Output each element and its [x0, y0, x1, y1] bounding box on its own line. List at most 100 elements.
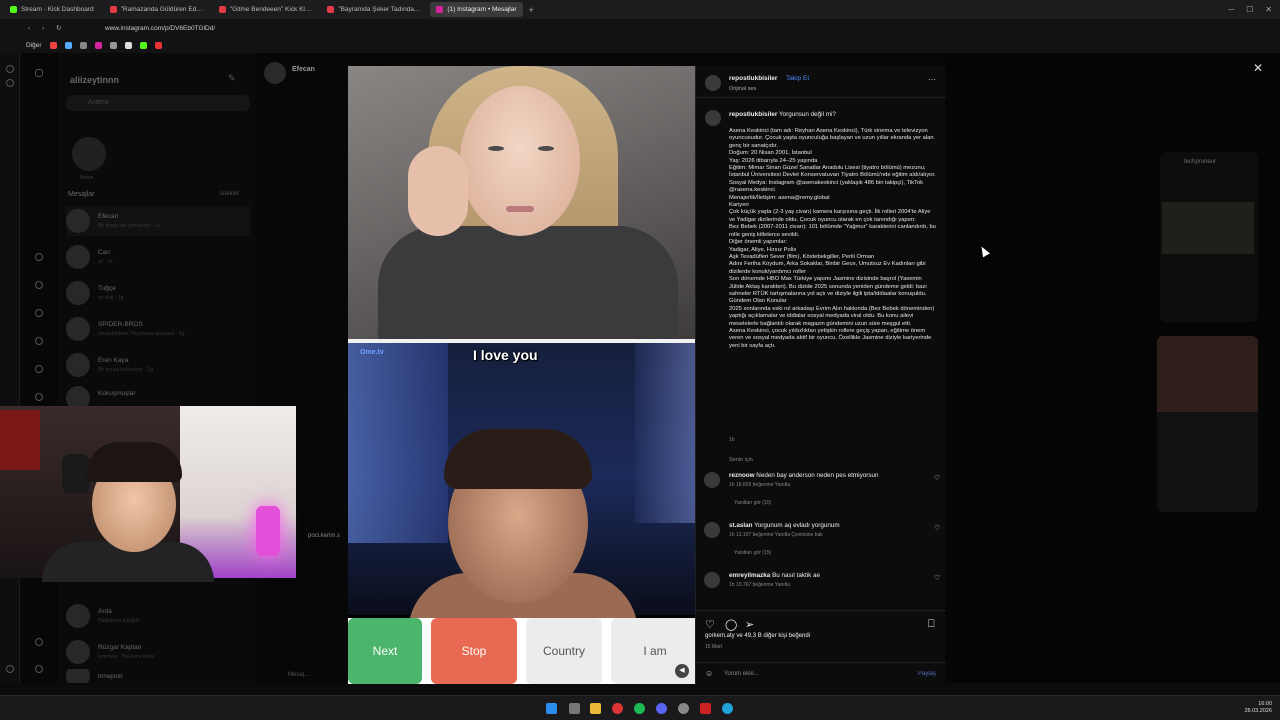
chat-name[interactable]: Efecan — [292, 66, 315, 73]
browser-tab-4[interactable]: "Bayramda Şeker Tadında… — [321, 2, 426, 17]
commenter-username[interactable]: emreyilmazka — [729, 572, 770, 579]
tiktok-icon[interactable] — [109, 41, 117, 49]
bookmark-icon[interactable] — [49, 41, 57, 49]
discord-icon[interactable] — [656, 703, 667, 714]
new-tab-button[interactable]: + — [529, 5, 534, 15]
x-icon[interactable] — [124, 41, 132, 49]
youtube-icon[interactable] — [154, 41, 162, 49]
browser-tab-bar: Stream - Kick Dashboard "Ramazanda Güldü… — [0, 0, 1280, 19]
task-view-icon[interactable] — [569, 703, 580, 714]
requests-link[interactable]: İstekler — [220, 191, 239, 197]
reels-icon[interactable] — [35, 281, 43, 289]
message-input[interactable]: Mesaj… — [288, 672, 310, 678]
explore-icon[interactable] — [35, 365, 43, 373]
like-icon[interactable]: ♡ — [705, 618, 715, 631]
opera-icon[interactable] — [612, 703, 623, 714]
commenter-username[interactable]: reznoow — [729, 472, 755, 479]
system-clock[interactable]: 16:00 28.03.2026 — [1244, 701, 1272, 715]
reel-video[interactable]: Ome.tv I love you Next Stop Country I am… — [348, 66, 695, 684]
bookmark-icon[interactable] — [64, 41, 72, 49]
author-avatar[interactable] — [705, 75, 721, 91]
conversation-item[interactable]: Arda Hallediveri inşallah — [66, 601, 250, 631]
notifications-icon[interactable] — [35, 393, 43, 401]
heart-icon[interactable]: ♡ — [934, 474, 940, 482]
conversation-item[interactable]: SPIDER-BROS ebrukumdemi: Haydaaaa gelssss… — [66, 314, 250, 344]
conversation-item[interactable]: Eren Kaya Bir mesaj bekleniyor · 2g — [66, 350, 250, 380]
conversation-preview: ye sildi · 1g — [98, 295, 124, 301]
save-icon[interactable]: ⎕ — [928, 618, 935, 631]
audio-label[interactable]: Orijinal ses — [729, 86, 756, 92]
minimize-icon[interactable]: ─ — [1228, 5, 1234, 14]
kick-icon[interactable] — [139, 41, 147, 49]
for-you-filter[interactable]: Senin için — [729, 457, 753, 463]
sidebar-icon[interactable] — [6, 65, 14, 73]
more-options-icon[interactable]: ··· — [928, 75, 936, 84]
settings-icon[interactable] — [678, 703, 689, 714]
app-icon[interactable] — [700, 703, 711, 714]
close-icon[interactable]: ✕ — [1253, 61, 1263, 75]
comment-icon[interactable]: ◯ — [725, 618, 737, 631]
browser-tab-kick[interactable]: Stream - Kick Dashboard — [4, 2, 100, 17]
note-avatar[interactable] — [72, 137, 106, 171]
browser-tab-3[interactable]: "Gitme Bendeeen" Kick Kl… — [213, 2, 318, 17]
heart-icon[interactable]: ♡ — [934, 574, 940, 582]
share-icon[interactable]: ➢ — [745, 618, 754, 631]
suggested-reel-card[interactable] — [1157, 336, 1258, 512]
share-comment-button[interactable]: Paylaş — [918, 671, 936, 677]
author-avatar[interactable] — [705, 110, 721, 126]
stop-button[interactable]: Stop — [431, 618, 517, 684]
instagram-icon[interactable] — [94, 41, 102, 49]
sidebar-icon[interactable] — [6, 665, 14, 673]
country-button[interactable]: Country — [526, 618, 602, 684]
messages-icon[interactable] — [35, 309, 43, 317]
suggested-reel-card[interactable]: techpruneur — [1160, 152, 1258, 322]
webcam-overlay-text: poci.kerim.s — [308, 533, 341, 539]
reload-icon[interactable]: ↻ — [56, 24, 61, 32]
bookmark-folder-other[interactable]: Diğer — [26, 42, 42, 49]
account-username[interactable]: aliizeytinnn — [70, 75, 119, 85]
emoji-icon[interactable]: ☺ — [705, 669, 713, 678]
bookmark-icon[interactable] — [79, 41, 87, 49]
conversation-item[interactable]: Rüzgar Kaptan mmmww · Bekleme bekle — [66, 637, 250, 667]
caption-author[interactable]: repostlukbisiler — [729, 111, 777, 118]
conversation-item[interactable]: Tuğçe ye sildi · 1g — [66, 278, 250, 308]
forward-icon[interactable]: › — [42, 25, 44, 32]
likes-summary[interactable]: gorkem.aty ve 49,3 B diğer kişi beğendi — [705, 633, 810, 639]
browser-tab-instagram[interactable]: (1) Instagram • Mesajlar — [430, 2, 523, 17]
commenter-username[interactable]: st.aslan — [729, 522, 752, 529]
search-icon[interactable] — [35, 337, 43, 345]
follow-button[interactable]: Takip Et — [786, 75, 809, 82]
back-icon[interactable]: ‹ — [28, 25, 30, 32]
file-explorer-icon[interactable] — [590, 703, 601, 714]
commenter-avatar[interactable] — [704, 522, 720, 538]
conversation-preview: mmmww · Bekleme bekle — [98, 654, 155, 660]
edge-icon[interactable] — [722, 703, 733, 714]
spotify-icon[interactable] — [634, 703, 645, 714]
search-input[interactable]: Arama — [66, 95, 250, 111]
maximize-icon[interactable]: ☐ — [1246, 5, 1253, 14]
view-replies-link[interactable]: Yanıtları gör (15) — [734, 550, 771, 556]
reel-thumbnail — [1157, 336, 1258, 412]
conversation-name: Kokuşmuşlar — [98, 390, 136, 397]
mute-icon[interactable]: ◀ — [675, 664, 689, 678]
close-window-icon[interactable]: ✕ — [1265, 5, 1272, 14]
conversation-item[interactable]: Efecan Bir dosya eki gönderdin · 1s — [66, 206, 250, 236]
home-icon[interactable] — [35, 253, 43, 261]
sidebar-icon[interactable] — [6, 79, 14, 87]
menu-icon[interactable] — [35, 638, 43, 646]
conversation-item[interactable]: mrwpolo — [66, 669, 250, 683]
next-button[interactable]: Next — [348, 618, 422, 684]
heart-icon[interactable]: ♡ — [934, 524, 940, 532]
conversation-item[interactable]: Can ali · 1s — [66, 242, 250, 272]
comment-input[interactable]: Yorum ekle... — [724, 671, 759, 677]
browser-tab-2[interactable]: "Ramazanda Güldüren Ed… — [104, 2, 209, 17]
new-message-icon[interactable]: ✎ — [228, 73, 236, 84]
view-replies-link[interactable]: Yanıtları gör (10) — [734, 500, 771, 506]
commenter-avatar[interactable] — [704, 572, 720, 588]
windows-start-icon[interactable] — [546, 703, 557, 714]
instagram-logo-icon[interactable] — [35, 69, 43, 77]
author-username[interactable]: repostlukbisiler — [729, 75, 777, 82]
more-icon[interactable] — [35, 665, 43, 673]
commenter-avatar[interactable] — [704, 472, 720, 488]
url-field[interactable]: www.instagram.com/p/DV6Eb0TGlDd/ — [105, 25, 215, 32]
